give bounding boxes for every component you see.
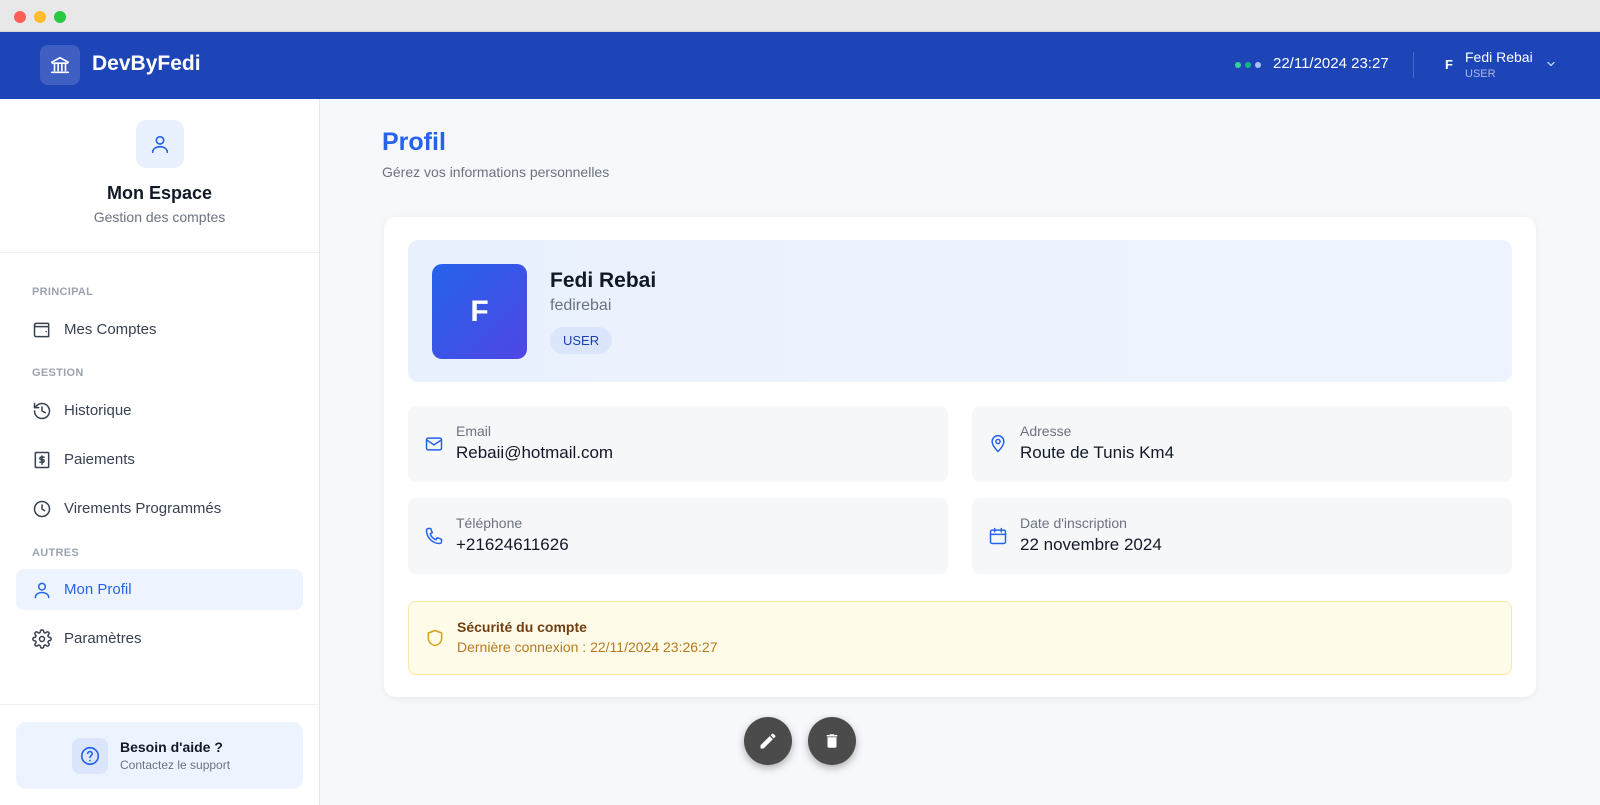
info-tile-phone: Téléphone +21624611626 (408, 498, 948, 574)
page-subtitle: Gérez vos informations personnelles (382, 164, 610, 180)
edit-profile-button[interactable] (744, 717, 792, 765)
status-dot (1245, 62, 1251, 68)
status-dot (1235, 62, 1241, 68)
help-subtitle: Contactez le support (120, 758, 231, 772)
clock-icon (33, 500, 51, 518)
profile-banner: F Fedi Rebai fedirebai USER (408, 240, 1512, 382)
sidebar-item-label: Historique (64, 402, 132, 419)
section-label-gestion: GESTION (32, 367, 84, 379)
user-icon (34, 582, 50, 599)
user-menu-name[interactable]: Fedi Rebai (1465, 49, 1533, 65)
user-icon (136, 120, 184, 168)
info-tile-signup-date: Date d'inscription 22 novembre 2024 (972, 498, 1512, 574)
info-tile-address: Adresse Route de Tunis Km4 (972, 406, 1512, 482)
close-window-button[interactable] (14, 11, 26, 23)
trash-icon (826, 734, 838, 748)
sidebar-item-profil[interactable]: Mon Profil (16, 569, 303, 610)
gear-icon (32, 629, 52, 649)
profile-avatar: F (432, 264, 527, 359)
info-label: Date d'inscription (1020, 515, 1127, 531)
section-label-principal: PRINCIPAL (32, 286, 94, 298)
history-icon (33, 402, 51, 420)
help-circle-icon (72, 738, 108, 774)
phone-icon (425, 527, 443, 545)
maximize-window-button[interactable] (54, 11, 66, 23)
window-titlebar (0, 0, 1600, 32)
security-title: Sécurité du compte (457, 619, 587, 635)
user-avatar[interactable]: F (1445, 57, 1453, 72)
chevron-down-icon[interactable] (1545, 58, 1557, 70)
sidebar-item-label: Virements Programmés (64, 500, 222, 517)
sidebar-item-comptes[interactable]: Mes Comptes (16, 309, 303, 350)
info-value: 22 novembre 2024 (1020, 535, 1162, 554)
info-value: Route de Tunis Km4 (1020, 443, 1175, 462)
sidebar-subtitle: Gestion des comptes (93, 209, 226, 225)
info-value: Rebaii@hotmail.com (456, 443, 614, 462)
sidebar-title: Mon Espace (106, 183, 213, 203)
profile-card: F Fedi Rebai fedirebai USER Email Rebaii… (384, 217, 1536, 697)
main-content: Profil Gérez vos informations personnell… (320, 99, 1600, 805)
calendar-icon (989, 527, 1007, 545)
profile-name: Fedi Rebai (550, 269, 657, 292)
sidebar-item-historique[interactable]: Historique (16, 390, 303, 431)
sidebar-profile-header: Mon Espace Gestion des comptes (0, 99, 319, 253)
status-dot (1255, 62, 1261, 68)
sidebar-item-label: Paiements (64, 451, 135, 468)
header-divider (1413, 52, 1414, 78)
info-tile-email: Email Rebaii@hotmail.com (408, 406, 948, 482)
info-label: Téléphone (456, 515, 523, 531)
info-label: Email (456, 423, 492, 439)
sidebar-item-label: Paramètres (64, 630, 142, 647)
sidebar-item-paiements[interactable]: Paiements (16, 439, 303, 480)
brand-name[interactable]: DevByFedi (92, 52, 201, 76)
security-notice: Sécurité du compte Dernière connexion : … (408, 601, 1512, 675)
bank-logo-icon[interactable] (40, 45, 80, 85)
divider (0, 704, 319, 705)
info-value: +21624611626 (456, 535, 569, 554)
header-datetime: 22/11/2024 23:27 (1273, 55, 1389, 72)
help-title: Besoin d'aide ? (120, 739, 223, 755)
sidebar-item-label: Mes Comptes (64, 321, 157, 338)
role-badge: USER (550, 327, 613, 354)
mail-icon (425, 437, 443, 451)
sidebar: Mon Espace Gestion des comptes PRINCIPAL… (0, 99, 320, 805)
status-indicator (1235, 62, 1261, 68)
wallet-icon (33, 322, 50, 338)
sidebar-item-label: Mon Profil (64, 581, 132, 598)
page-title: Profil (382, 128, 446, 156)
last-login-text: Dernière connexion : 22/11/2024 23:26:27 (457, 639, 718, 655)
receipt-dollar-icon (34, 451, 50, 469)
app-header: DevByFedi 22/11/2024 23:27 F Fedi Rebai … (0, 32, 1600, 99)
section-label-autres: AUTRES (32, 547, 80, 559)
help-card[interactable]: Besoin d'aide ? Contactez le support (16, 722, 303, 789)
info-label: Adresse (1020, 423, 1072, 439)
sidebar-item-parametres[interactable]: Paramètres (16, 618, 303, 659)
user-menu-role: USER (1465, 68, 1496, 80)
shield-icon (427, 629, 443, 647)
delete-profile-button[interactable] (808, 717, 856, 765)
map-pin-icon (991, 434, 1005, 453)
minimize-window-button[interactable] (34, 11, 46, 23)
pencil-icon (760, 733, 776, 749)
profile-username: fedirebai (550, 297, 612, 314)
sidebar-item-virements[interactable]: Virements Programmés (16, 488, 303, 529)
